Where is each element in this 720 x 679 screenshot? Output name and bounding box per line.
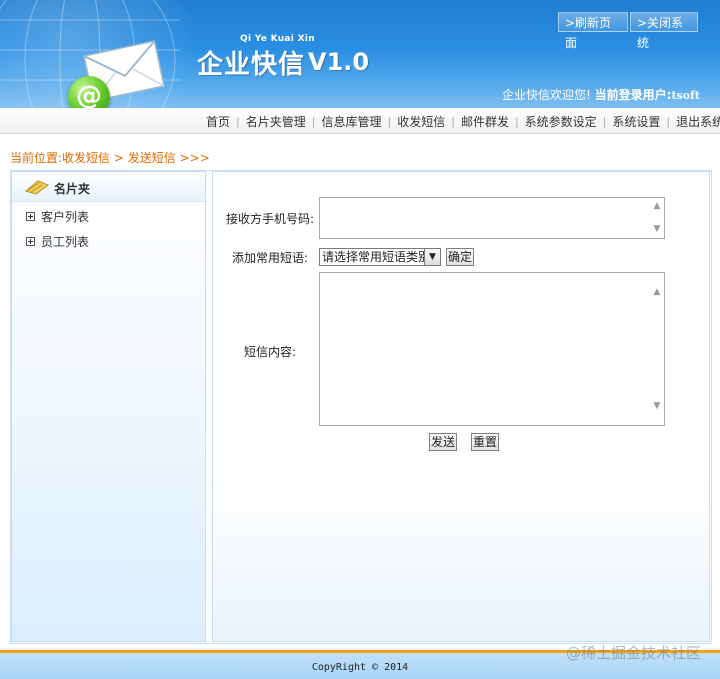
nav-sms[interactable]: 收发短信 (391, 113, 451, 130)
phrase-category-select[interactable]: 请选择常用短语类别 ▼ (319, 248, 441, 266)
welcome-text: 企业快信欢迎您! (502, 88, 591, 102)
sms-content-textarea[interactable] (319, 272, 665, 426)
scroll-up-icon[interactable]: ▲ (651, 201, 663, 211)
phone-number-input[interactable] (319, 197, 665, 239)
breadcrumb-prefix: 当前位置: (10, 151, 63, 165)
refresh-page-button[interactable]: >刷新页面 (558, 12, 628, 50)
scroll-up-icon[interactable]: ▲ (651, 287, 663, 297)
sidebar-header: 名片夹 (12, 172, 205, 202)
main-nav: 首页 | 名片夹管理 | 信息库管理 | 收发短信 | 邮件群发 | 系统参数设… (0, 108, 720, 134)
welcome-line: 企业快信欢迎您! 当前登录用户:tsoft (502, 86, 700, 103)
nav-logout[interactable]: 退出系统 (670, 113, 720, 130)
sidebar-item-label: 员工列表 (41, 235, 90, 249)
expand-plus-icon[interactable] (26, 237, 35, 246)
common-phrase-label: 添加常用短语: (232, 251, 309, 265)
nav-system-settings[interactable]: 系统设置 (606, 113, 666, 130)
brand-version: V1.0 (308, 48, 370, 76)
scroll-down-icon[interactable]: ▼ (651, 224, 663, 234)
nav-card-folder[interactable]: 名片夹管理 (240, 113, 312, 130)
chevron-down-icon[interactable]: ▼ (424, 249, 440, 265)
phone-label: 接收方手机号码: (226, 212, 315, 226)
brand-pinyin: Qi Ye Kuai Xin (240, 34, 315, 44)
breadcrumb: 当前位置:收发短信 > 发送短信 >>> (10, 149, 210, 166)
close-system-button[interactable]: >关闭系统 (630, 12, 698, 50)
brand-title: 企业快信 (197, 50, 306, 80)
breadcrumb-separator: > (113, 151, 124, 165)
card-folder-icon (24, 180, 50, 195)
content-label: 短信内容: (244, 345, 297, 359)
select-value: 请选择常用短语类别 (322, 250, 431, 264)
sidebar-title: 名片夹 (54, 182, 91, 196)
expand-plus-icon[interactable] (26, 212, 35, 221)
nav-system-params[interactable]: 系统参数设定 (519, 113, 603, 130)
copyright-text: CopyRight © 2014 (311, 662, 409, 673)
scroll-down-icon[interactable]: ▼ (651, 401, 663, 411)
nav-mass-mail[interactable]: 邮件群发 (455, 113, 515, 130)
send-button[interactable]: 发送 (429, 433, 457, 451)
nav-list: 首页 | 名片夹管理 | 信息库管理 | 收发短信 | 邮件群发 | 系统参数设… (200, 108, 720, 134)
watermark-text: @稀土掘金技术社区 (566, 644, 702, 662)
breadcrumb-item-sms[interactable]: 收发短信 (62, 151, 110, 165)
sidebar-item-label: 客户列表 (41, 210, 90, 224)
nav-info-library[interactable]: 信息库管理 (315, 113, 387, 130)
sidebar-item-employees[interactable]: 员工列表 (26, 233, 89, 250)
header-banner: @ Qi Ye Kuai Xin 企业快信 V1.0 >刷新页面 >关闭系统 企… (0, 0, 720, 108)
breadcrumb-tail: >>> (179, 151, 210, 165)
reset-button[interactable]: 重置 (471, 433, 499, 451)
current-username: tsoft (671, 89, 700, 102)
breadcrumb-item-send-sms[interactable]: 发送短信 (128, 151, 176, 165)
sidebar-item-customers[interactable]: 客户列表 (26, 208, 89, 225)
confirm-button[interactable]: 确定 (446, 248, 474, 266)
sidebar: 名片夹 客户列表 员工列表 (11, 171, 206, 642)
nav-home[interactable]: 首页 (200, 113, 236, 130)
current-user-label: 当前登录用户: (594, 88, 672, 102)
